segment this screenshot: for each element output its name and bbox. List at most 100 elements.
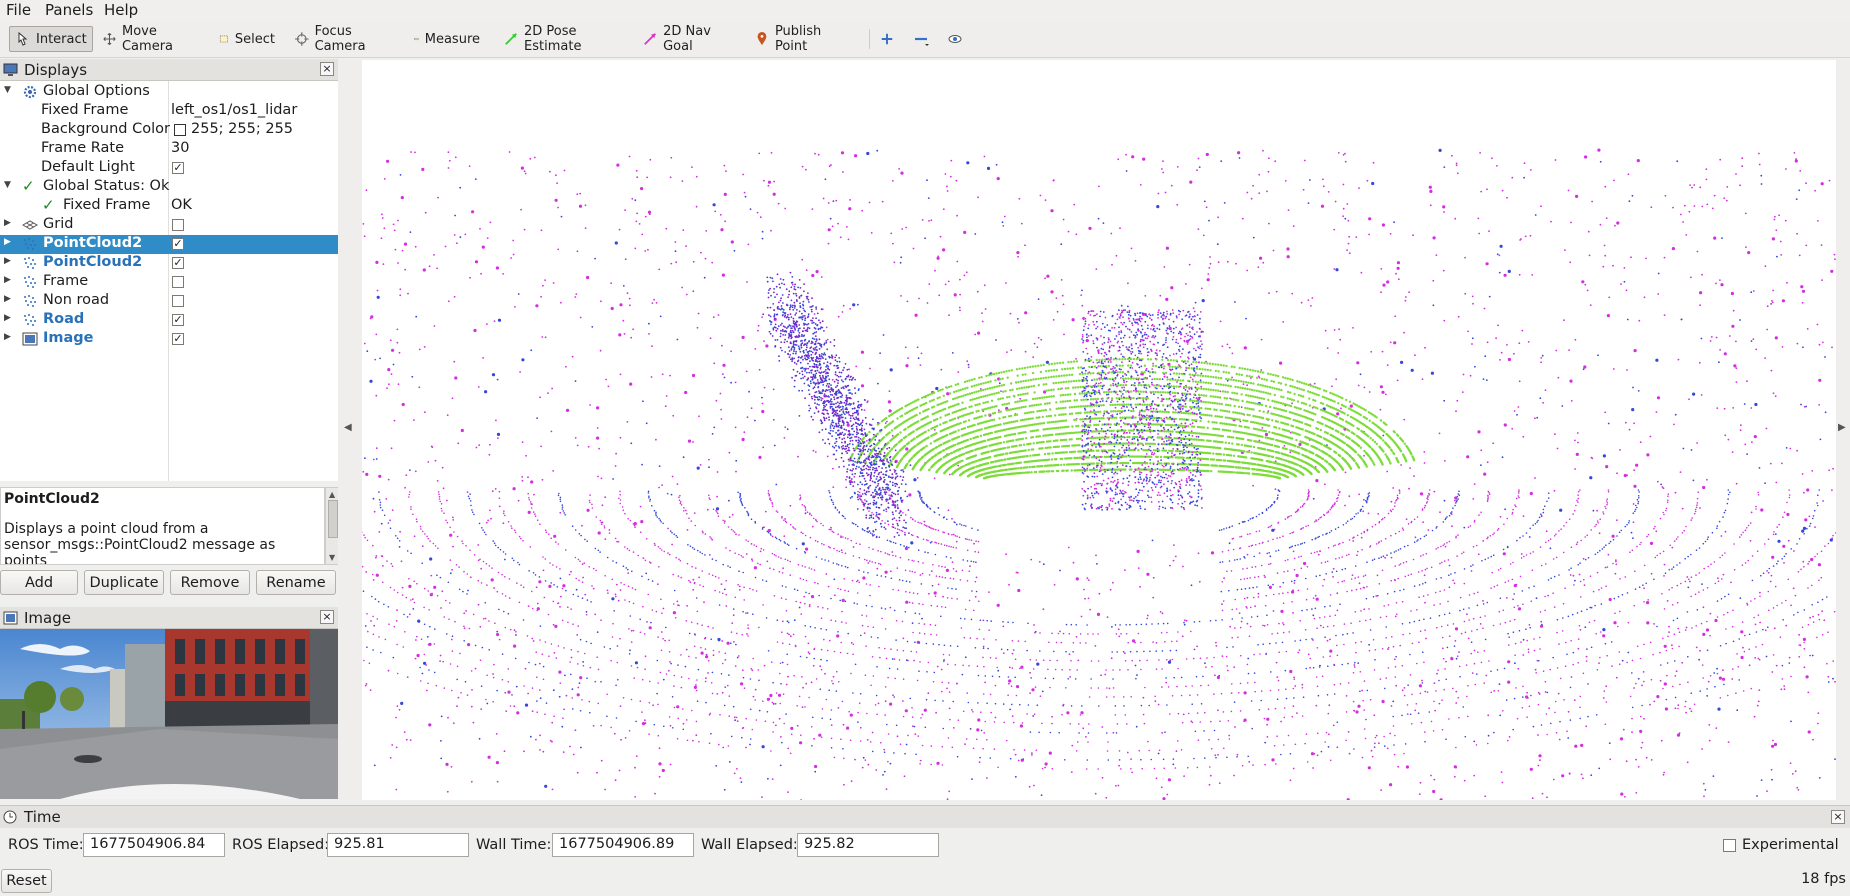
image-checkbox[interactable]: ✓ <box>172 333 184 345</box>
grid-checkbox[interactable] <box>172 219 184 231</box>
image-panel-title: Image <box>24 608 71 627</box>
collapsed-arrow-icon[interactable]: ▶ <box>4 256 14 266</box>
collapsed-arrow-icon[interactable]: ▶ <box>4 237 14 247</box>
select-box-icon <box>219 35 228 43</box>
tree-row-background-color[interactable]: Background Color 255; 255; 255 <box>0 121 338 140</box>
fixed-frame-status-value: OK <box>171 197 192 213</box>
eye-icon <box>948 35 962 43</box>
wall-elapsed-label: Wall Elapsed: <box>701 837 798 853</box>
tree-row-label: Non road <box>43 292 110 308</box>
grid-icon <box>22 220 38 230</box>
tree-row-road[interactable]: ▶ Road ✓ <box>0 311 338 330</box>
measure-button[interactable]: Measure <box>410 26 484 52</box>
publish-point-button[interactable]: Publish Point <box>751 24 851 54</box>
time-panel-header: Time × <box>0 805 1850 828</box>
default-light-checkbox[interactable]: ✓ <box>172 162 184 174</box>
tree-row-label: PointCloud2 <box>43 254 143 270</box>
interact-tool-button[interactable]: Interact <box>9 26 93 52</box>
non-road-checkbox[interactable] <box>172 295 184 307</box>
tree-row-image[interactable]: ▶ Image ✓ <box>0 330 338 349</box>
point-cloud-icon <box>24 276 36 288</box>
tree-row-default-light[interactable]: Default Light ✓ <box>0 159 338 178</box>
menu-panels[interactable]: Panels <box>45 1 93 19</box>
tree-row-label: Global Status: Ok <box>43 178 170 194</box>
collapsed-arrow-icon[interactable]: ▶ <box>4 275 14 285</box>
experimental-checkbox[interactable] <box>1723 839 1736 852</box>
clock-icon <box>3 810 17 824</box>
right-splitter[interactable]: ▶ <box>1836 60 1850 800</box>
ros-time-field[interactable]: 1677504906.84 <box>83 833 225 857</box>
color-swatch[interactable] <box>174 124 186 136</box>
tree-row-label: Background Color <box>41 121 170 137</box>
expanded-arrow-icon[interactable]: ▼ <box>4 85 14 95</box>
time-panel-close-button[interactable]: × <box>1831 810 1845 824</box>
view-tool-button[interactable] <box>943 26 969 52</box>
tree-row-frame-rate[interactable]: Frame Rate 30 <box>0 140 338 159</box>
add-button[interactable]: Add <box>0 570 78 595</box>
pointcloud2-checkbox[interactable]: ✓ <box>172 257 184 269</box>
focus-camera-button[interactable]: Focus Camera <box>291 24 397 54</box>
image-panel-close-button[interactable]: × <box>320 610 334 624</box>
menu-file[interactable]: File <box>6 1 31 19</box>
tree-row-non-road[interactable]: ▶ Non road <box>0 292 338 311</box>
displays-panel-close-button[interactable]: × <box>320 62 334 76</box>
tree-row-pointcloud2-selected[interactable]: ▶ PointCloud2 ✓ <box>0 235 338 254</box>
duplicate-button[interactable]: Duplicate <box>84 570 164 595</box>
road-checkbox[interactable]: ✓ <box>172 314 184 326</box>
expanded-arrow-icon[interactable]: ▼ <box>4 180 14 190</box>
menu-help[interactable]: Help <box>104 1 138 19</box>
ruler-icon <box>414 37 419 41</box>
gear-icon <box>23 85 37 99</box>
ros-elapsed-field[interactable]: 925.81 <box>327 833 469 857</box>
tree-row-label: Frame <box>43 273 89 289</box>
tree-row-pointcloud2[interactable]: ▶ PointCloud2 ✓ <box>0 254 338 273</box>
left-splitter[interactable]: ◀ <box>338 60 362 800</box>
pose-estimate-label: 2D Pose Estimate <box>524 24 582 54</box>
tree-row-grid[interactable]: ▶ Grid <box>0 216 338 235</box>
collapsed-arrow-icon[interactable]: ▶ <box>4 218 14 228</box>
nav-goal-button[interactable]: 2D Nav Goal <box>639 24 739 54</box>
pointcloud2-checkbox[interactable]: ✓ <box>172 238 184 250</box>
image-icon <box>3 611 18 624</box>
collapsed-arrow-icon[interactable]: ▶ <box>4 313 14 323</box>
reset-button[interactable]: Reset <box>1 869 52 893</box>
rename-button[interactable]: Rename <box>256 570 336 595</box>
plus-icon <box>881 33 893 45</box>
3d-viewport[interactable] <box>168 60 1850 802</box>
remove-tool-button[interactable] <box>909 26 935 52</box>
move-camera-button[interactable]: Move Camera <box>99 24 199 54</box>
collapsed-arrow-icon[interactable]: ▶ <box>4 294 14 304</box>
description-scrollbar[interactable]: ▲ ▼ <box>325 487 339 565</box>
frame-checkbox[interactable] <box>172 276 184 288</box>
point-cloud-icon <box>24 257 36 269</box>
publish-point-label: Publish Point <box>774 24 822 54</box>
display-buttons: Add Duplicate Remove Rename <box>0 570 340 596</box>
monitor-icon <box>3 63 18 76</box>
displays-tree: ▼ Global Options Fixed Frame left_os1/os… <box>0 81 339 481</box>
wall-elapsed-field[interactable]: 925.82 <box>797 833 939 857</box>
image-icon <box>22 332 38 346</box>
tree-row-label: Fixed Frame <box>41 102 129 118</box>
collapse-right-icon[interactable]: ▶ <box>1838 422 1846 433</box>
fixed-frame-value[interactable]: left_os1/os1_lidar <box>171 102 297 118</box>
toolbar: Interact Move Camera Select Focus Camera… <box>0 21 1850 58</box>
point-cloud-icon <box>24 314 36 326</box>
wall-time-field[interactable]: 1677504906.89 <box>552 833 694 857</box>
remove-button[interactable]: Remove <box>170 570 250 595</box>
tree-row-global-status[interactable]: ▼ ✓ Global Status: Ok <box>0 177 338 197</box>
tree-row-label: Road <box>43 311 85 327</box>
add-tool-button[interactable] <box>876 26 898 52</box>
frame-rate-value[interactable]: 30 <box>171 140 189 156</box>
collapsed-arrow-icon[interactable]: ▶ <box>4 332 14 342</box>
tree-row-fixed-frame[interactable]: Fixed Frame left_os1/os1_lidar <box>0 102 338 121</box>
pose-estimate-button[interactable]: 2D Pose Estimate <box>500 24 628 54</box>
background-color-value[interactable]: 255; 255; 255 <box>191 121 293 137</box>
point-cloud-icon <box>24 238 36 250</box>
nav-goal-label: 2D Nav Goal <box>663 24 711 54</box>
tree-row-frame[interactable]: ▶ Frame <box>0 273 338 292</box>
tree-row-global-options[interactable]: ▼ Global Options <box>0 83 338 102</box>
collapse-left-icon[interactable]: ◀ <box>344 422 352 433</box>
tree-row-fixed-frame-status[interactable]: ✓ Fixed Frame OK <box>0 196 338 216</box>
point-cloud-render[interactable] <box>168 60 1850 802</box>
select-button[interactable]: Select <box>215 26 279 52</box>
